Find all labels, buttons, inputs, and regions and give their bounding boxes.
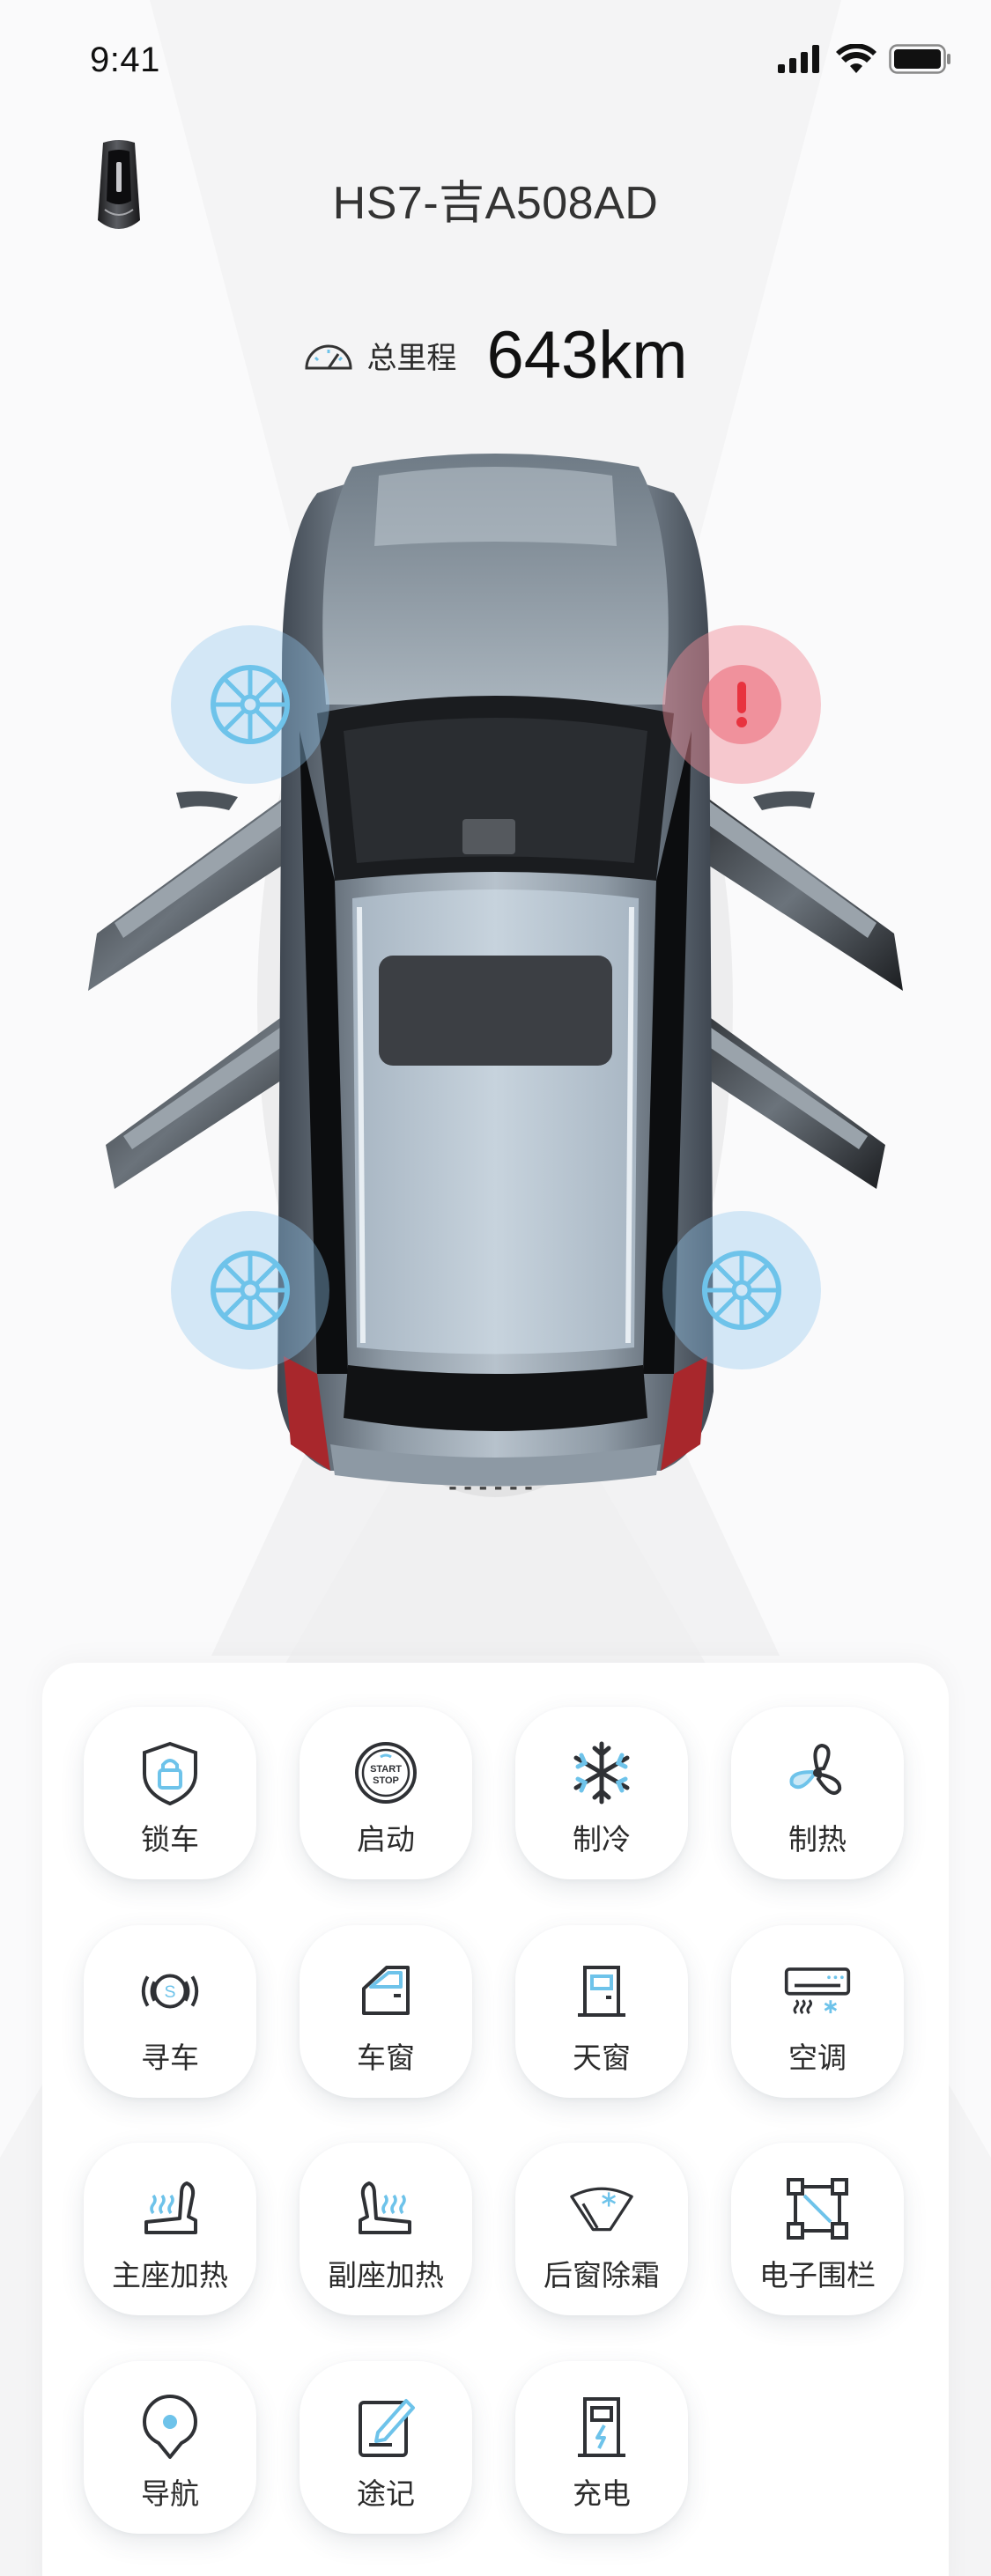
control-label: 制冷 <box>573 1822 631 1856</box>
navigation-pin-icon <box>143 2395 197 2459</box>
control-label: 副座加热 <box>328 2258 444 2292</box>
start-text: START <box>370 1764 402 1775</box>
control-label: 途记 <box>357 2476 415 2511</box>
vehicle-illustration: ▬▬▬▬▬▬ <box>0 440 991 1532</box>
air-conditioner-icon <box>784 1967 851 2015</box>
car-window-button[interactable]: 车窗 <box>300 1925 472 2098</box>
exclamation-icon <box>736 682 747 727</box>
navigation-button[interactable]: 导航 <box>84 2361 256 2534</box>
heating-button[interactable]: 制热 <box>731 1707 904 1879</box>
trip-note-icon <box>359 2399 415 2457</box>
charging-button[interactable]: 充电 <box>515 2361 688 2534</box>
wheel-icon <box>702 1251 781 1330</box>
status-bar: 9:41 <box>0 0 991 123</box>
driver-seat-heat-button[interactable]: 主座加热 <box>84 2143 256 2315</box>
sunroof-icon <box>578 1966 625 2017</box>
lock-car-button[interactable]: 锁车 <box>84 1707 256 1879</box>
start-stop-icon: START STOP <box>355 1742 417 1804</box>
fan-icon <box>789 1743 842 1795</box>
car-window-icon <box>362 1966 410 2015</box>
stop-text: STOP <box>373 1775 399 1786</box>
trip-note-button[interactable]: 途记 <box>300 2361 472 2534</box>
mileage-label: 总里程 <box>366 341 457 376</box>
mileage-value: 643km <box>486 318 688 393</box>
air-conditioner-button[interactable]: 空调 <box>731 1925 904 2098</box>
sunroof-button[interactable]: 天窗 <box>515 1925 688 2098</box>
cooling-button[interactable]: 制冷 <box>515 1707 688 1879</box>
passenger-seat-heat-button[interactable]: 副座加热 <box>300 2143 472 2315</box>
control-label: 空调 <box>788 2041 847 2075</box>
svg-text:▬▬▬▬▬▬: ▬▬▬▬▬▬ <box>449 1481 540 1494</box>
rear-defrost-icon <box>570 2187 633 2232</box>
odometer-icon <box>305 344 352 369</box>
geofence-button[interactable]: 电子围栏 <box>731 2143 904 2315</box>
driver-seat-heat-icon <box>144 2181 197 2234</box>
signal-icon <box>778 45 819 73</box>
find-car-icon-text: S <box>164 1982 175 2002</box>
header: HS7-吉A508AD <box>0 132 991 255</box>
status-time: 9:41 <box>90 41 160 79</box>
find-car-button[interactable]: S 寻车 <box>84 1925 256 2098</box>
lock-shield-icon <box>143 1741 197 1805</box>
tire-indicator-front-left[interactable] <box>171 625 329 784</box>
control-label: 电子围栏 <box>759 2258 876 2292</box>
control-label: 车窗 <box>357 2041 415 2075</box>
control-label: 寻车 <box>141 2041 199 2075</box>
tire-indicator-rear-right[interactable] <box>662 1211 821 1369</box>
passenger-seat-heat-icon <box>359 2181 411 2234</box>
control-label: 制热 <box>788 1822 847 1856</box>
battery-icon <box>889 44 950 74</box>
control-label: 主座加热 <box>112 2258 228 2292</box>
control-label: 锁车 <box>141 1822 199 1856</box>
start-engine-button[interactable]: START STOP 启动 <box>300 1707 472 1879</box>
wifi-icon <box>836 44 876 73</box>
wheel-icon <box>211 665 290 744</box>
find-car-icon: S <box>141 1974 199 2009</box>
control-label: 充电 <box>573 2476 631 2511</box>
snowflake-icon <box>573 1741 630 1805</box>
car-top-view: ▬▬▬▬▬▬ <box>88 454 903 1497</box>
control-label: 启动 <box>357 1822 415 1856</box>
control-panel: 锁车 START STOP 启动 制冷 制热 S 寻车 车窗 天窗 空调 主座加… <box>42 1663 949 2576</box>
control-label: 后窗除霜 <box>544 2258 660 2292</box>
charging-icon <box>578 2397 625 2457</box>
tire-indicator-rear-left[interactable] <box>171 1211 329 1369</box>
status-icons <box>778 44 952 74</box>
rear-defrost-button[interactable]: 后窗除霜 <box>515 2143 688 2315</box>
control-label: 天窗 <box>573 2041 631 2075</box>
control-label: 导航 <box>141 2476 199 2511</box>
geofence-icon <box>787 2178 848 2240</box>
tire-indicator-front-right[interactable] <box>662 625 821 784</box>
vehicle-plate: HS7-吉A508AD <box>332 178 659 229</box>
tire-warning-badge <box>702 665 781 744</box>
wheel-icon <box>211 1251 290 1330</box>
mileage-row: 总里程 643km <box>0 317 991 394</box>
